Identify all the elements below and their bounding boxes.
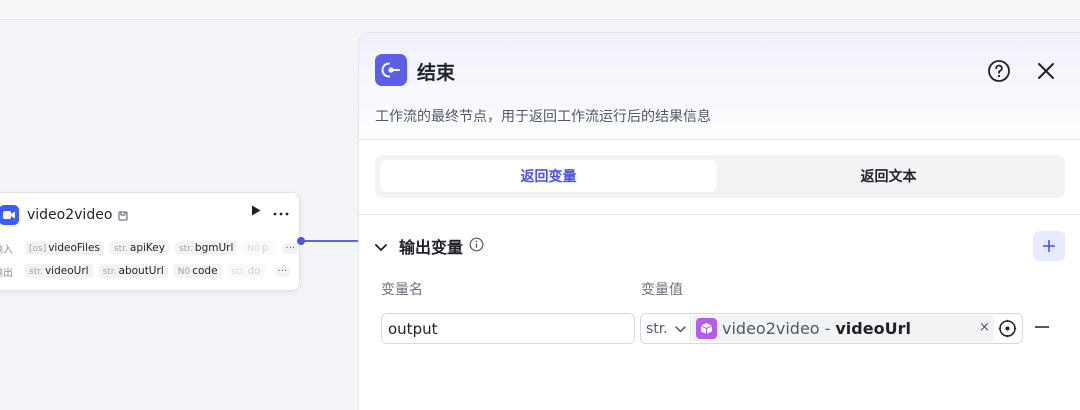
close-icon[interactable] [1034, 59, 1058, 83]
add-variable-button[interactable] [1033, 231, 1065, 261]
input-tag: str. apiKey [109, 241, 169, 255]
divider [359, 214, 1080, 215]
variable-reference-chip[interactable]: video2video - videoUrl [692, 315, 994, 342]
play-icon[interactable] [251, 205, 261, 220]
save-icon [118, 206, 128, 225]
workflow-node-video2video[interactable]: video2video 输入 [os]videoFiles str.apiKey… [0, 192, 300, 291]
output-tag: str. videoUrl [25, 264, 93, 278]
variable-picker-icon[interactable] [998, 319, 1017, 338]
column-header-name: 变量名 [381, 282, 423, 298]
tab-return-variables[interactable]: 返回变量 [380, 160, 717, 192]
video-camera-icon [0, 205, 19, 225]
edge-connector [301, 240, 359, 242]
node-outputs-row: 输出 str.videoUrl str.aboutUrl N0code str.… [0, 263, 291, 279]
reference-node-name: video2video [722, 319, 820, 338]
inputs-label: 输入 [0, 244, 13, 256]
return-mode-tabs: 返回变量 返回文本 [375, 155, 1065, 198]
chevron-down-icon[interactable] [375, 237, 387, 256]
more-outputs-button[interactable]: ··· [274, 265, 291, 277]
remove-variable-button[interactable] [1035, 326, 1049, 328]
panel-title: 结束 [417, 62, 456, 84]
chevron-down-icon [674, 321, 686, 337]
more-icon[interactable] [273, 205, 289, 220]
clear-icon[interactable]: × [979, 320, 990, 335]
info-icon[interactable] [469, 237, 484, 256]
input-tag: str. bgmUrl [174, 241, 238, 255]
end-node-icon [375, 54, 407, 86]
reference-variable-name: videoUrl [835, 319, 911, 338]
tab-return-text[interactable]: 返回文本 [720, 160, 1057, 192]
output-tag: str. aboutUrl [98, 264, 168, 278]
input-tag: N0 p [243, 241, 273, 255]
reference-separator: - [824, 319, 831, 338]
output-tag: N0 code [173, 264, 222, 278]
end-node-panel: 结束 工作流的最终节点，用于返回工作流运行后的结果信息 返回变量 返回文本 输出… [358, 32, 1080, 410]
variable-name-input[interactable] [381, 313, 635, 344]
output-port[interactable] [297, 237, 305, 245]
section-title: 输出变量 [399, 238, 464, 257]
column-header-value: 变量值 [641, 282, 683, 298]
output-variables-header[interactable]: 输出变量 [375, 233, 484, 259]
output-tag: str. do [227, 264, 265, 278]
cube-icon [696, 318, 717, 339]
input-tag: [os] videoFiles [25, 241, 104, 255]
type-select[interactable]: str. [641, 314, 691, 343]
node-header: video2video [0, 205, 128, 225]
plus-icon [1043, 240, 1055, 252]
type-select-value: str. [646, 320, 668, 337]
outputs-label: 输出 [0, 267, 13, 279]
top-toolbar [0, 0, 1080, 20]
more-inputs-button[interactable]: ··· [282, 242, 299, 254]
node-title: video2video [27, 207, 113, 223]
panel-header: 结束 工作流的最终节点，用于返回工作流运行后的结果信息 [359, 33, 1080, 140]
variable-value-field: str. video2video - videoUrl × [640, 313, 1023, 344]
node-inputs-row: 输入 [os]videoFiles str.apiKey str.bgmUrl … [0, 240, 299, 256]
help-icon[interactable] [987, 59, 1011, 83]
panel-description: 工作流的最终节点，用于返回工作流运行后的结果信息 [375, 109, 711, 125]
